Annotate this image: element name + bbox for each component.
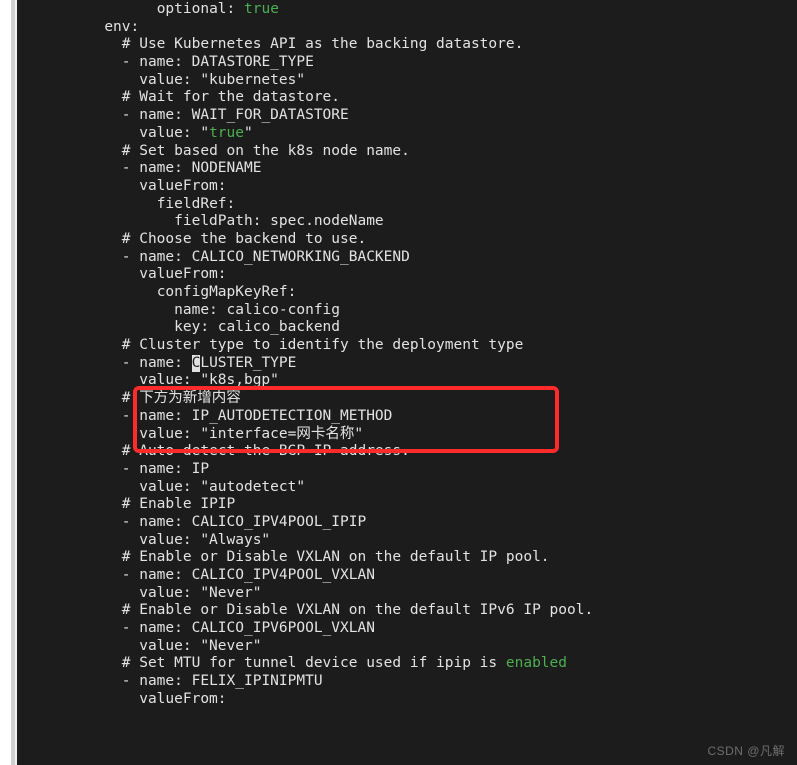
- code-line: valueFrom:: [17, 691, 797, 709]
- code-line: valueFrom:: [17, 178, 797, 196]
- code-line: # Enable or Disable VXLAN on the default…: [17, 602, 797, 620]
- code-line: key: calico_backend: [17, 319, 797, 337]
- code-line: - name: CALICO_IPV4POOL_IPIP: [17, 514, 797, 532]
- code-line: - name: CALICO_NETWORKING_BACKEND: [17, 249, 797, 267]
- code-line: - name: CALICO_IPV4POOL_VXLAN: [17, 567, 797, 585]
- keyword-highlight: true: [209, 125, 244, 141]
- code-line: value: "Never": [17, 585, 797, 603]
- code-line: fieldRef:: [17, 196, 797, 214]
- code-line: value: "Always": [17, 532, 797, 550]
- code-line: configMapKeyRef:: [17, 284, 797, 302]
- left-gutter: [0, 0, 15, 765]
- code-line: - name: IP_AUTODETECTION_METHOD: [17, 408, 797, 426]
- keyword-highlight: enabled: [506, 655, 567, 671]
- text-cursor: C: [192, 355, 201, 373]
- code-line: - name: IP: [17, 461, 797, 479]
- code-line: - name: CALICO_IPV6POOL_VXLAN: [17, 620, 797, 638]
- code-line: name: calico-config: [17, 302, 797, 320]
- code-line: optional: true: [17, 1, 797, 19]
- code-line: - name: NODENAME: [17, 160, 797, 178]
- code-line: value: "true": [17, 125, 797, 143]
- code-line: valueFrom:: [17, 266, 797, 284]
- code-line: # Enable IPIP: [17, 496, 797, 514]
- code-line: - name: WAIT_FOR_DATASTORE: [17, 107, 797, 125]
- terminal-code-block: optional: true env: # Use Kubernetes API…: [17, 0, 797, 765]
- code-line: # Cluster type to identify the deploymen…: [17, 337, 797, 355]
- code-line: - name: DATASTORE_TYPE: [17, 54, 797, 72]
- code-line: # 下方为新增内容: [17, 390, 797, 408]
- code-line: # Auto-detect the BGP IP address.: [17, 443, 797, 461]
- code-line: value: "kubernetes": [17, 72, 797, 90]
- code-line: value: "k8s,bgp": [17, 372, 797, 390]
- code-line: value: "interface=网卡名称": [17, 426, 797, 444]
- code-line: # Choose the backend to use.: [17, 231, 797, 249]
- code-line: env:: [17, 19, 797, 37]
- code-line: value: "autodetect": [17, 479, 797, 497]
- code-line: - name: CLUSTER_TYPE: [17, 355, 797, 373]
- code-line: # Wait for the datastore.: [17, 89, 797, 107]
- code-line: - name: FELIX_IPINIPMTU: [17, 673, 797, 691]
- code-line: # Set based on the k8s node name.: [17, 143, 797, 161]
- code-line: # Enable or Disable VXLAN on the default…: [17, 549, 797, 567]
- code-line: fieldPath: spec.nodeName: [17, 213, 797, 231]
- code-line: # Set MTU for tunnel device used if ipip…: [17, 655, 797, 673]
- watermark-text: CSDN @凡解: [707, 742, 785, 759]
- code-line: # Use Kubernetes API as the backing data…: [17, 36, 797, 54]
- code-line: value: "Never": [17, 638, 797, 656]
- left-gutter-shadow: [11, 0, 15, 765]
- keyword-highlight: true: [244, 1, 279, 17]
